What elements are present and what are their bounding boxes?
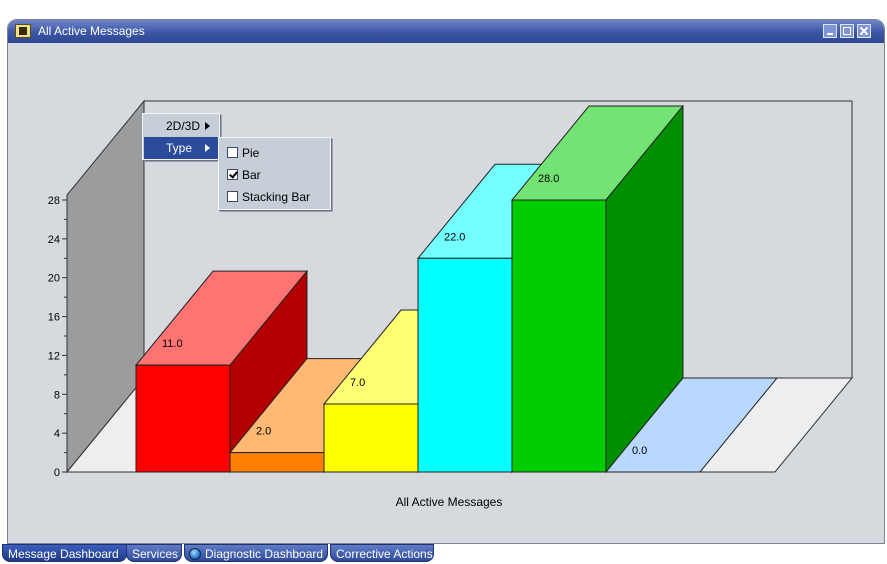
tab-label: Corrective Actions xyxy=(336,547,433,561)
tab-diagnostic-dashboard[interactable]: Diagnostic Dashboard xyxy=(184,544,328,562)
y-tick-label: 16 xyxy=(48,312,60,324)
bar-front-face xyxy=(511,199,607,473)
chart-context-menu: 2D/3D Type xyxy=(142,113,220,160)
bar-data-label: 7.0 xyxy=(350,377,365,389)
menu-item-2d3d[interactable]: 2D/3D xyxy=(144,115,218,137)
tab-label: Services xyxy=(132,547,179,561)
globe-icon xyxy=(189,548,201,560)
menu-item-bar-label: Bar xyxy=(242,168,261,182)
y-tick-label: 20 xyxy=(48,273,60,285)
y-tick-label: 4 xyxy=(54,428,60,440)
bar-front-face xyxy=(229,452,325,473)
bar-data-label: 28.0 xyxy=(538,173,559,185)
bar-front-face xyxy=(417,257,513,473)
bar-data-label: 11.0 xyxy=(162,338,183,350)
bar-data-label: 2.0 xyxy=(256,426,271,438)
y-tick-label: 8 xyxy=(54,389,60,401)
tab-corrective-actions[interactable]: Corrective Actions xyxy=(330,544,434,562)
chart-type-submenu: Pie Bar Stacking Bar xyxy=(218,137,331,210)
x-axis-label: All Active Messages xyxy=(396,495,503,509)
menu-item-bar[interactable]: Bar xyxy=(220,164,329,186)
submenu-arrow-icon xyxy=(205,144,210,152)
bar-front-face xyxy=(323,403,419,473)
tab-label: Diagnostic Dashboard xyxy=(205,547,324,561)
bar-front-face xyxy=(135,364,231,473)
menu-item-stacking-bar[interactable]: Stacking Bar xyxy=(220,186,329,208)
checkbox-icon xyxy=(227,191,238,202)
checkbox-icon xyxy=(227,147,238,158)
tab-label: Message Dashboard xyxy=(8,547,119,561)
bar-data-label: 0.0 xyxy=(632,445,647,457)
tab-services[interactable]: Services xyxy=(126,544,182,562)
menu-item-pie-label: Pie xyxy=(242,146,260,160)
bar-data-label: 22.0 xyxy=(444,231,465,243)
y-tick-label: 0 xyxy=(54,467,60,479)
tab-message-dashboard[interactable]: Message Dashboard xyxy=(2,544,127,562)
y-tick-label: 28 xyxy=(48,195,60,207)
checkbox-checked-icon xyxy=(227,169,238,180)
bar-chart: 0 4 8 12 16 20 24 28 11.0 2.0 7.0 22.0 28.0 0.0 All Ac… xyxy=(48,99,854,509)
y-tick-label: 12 xyxy=(48,350,60,362)
menu-item-2d3d-label: 2D/3D xyxy=(166,119,201,133)
menu-item-type-label: Type xyxy=(166,141,193,155)
menu-item-stacking-bar-label: Stacking Bar xyxy=(242,190,311,204)
menu-item-pie[interactable]: Pie xyxy=(220,142,329,164)
submenu-arrow-icon xyxy=(205,122,210,130)
tab-bar: Message Dashboard Services Diagnostic Da… xyxy=(0,544,887,564)
y-tick-label: 24 xyxy=(48,234,60,246)
menu-item-type[interactable]: Type xyxy=(144,137,218,159)
